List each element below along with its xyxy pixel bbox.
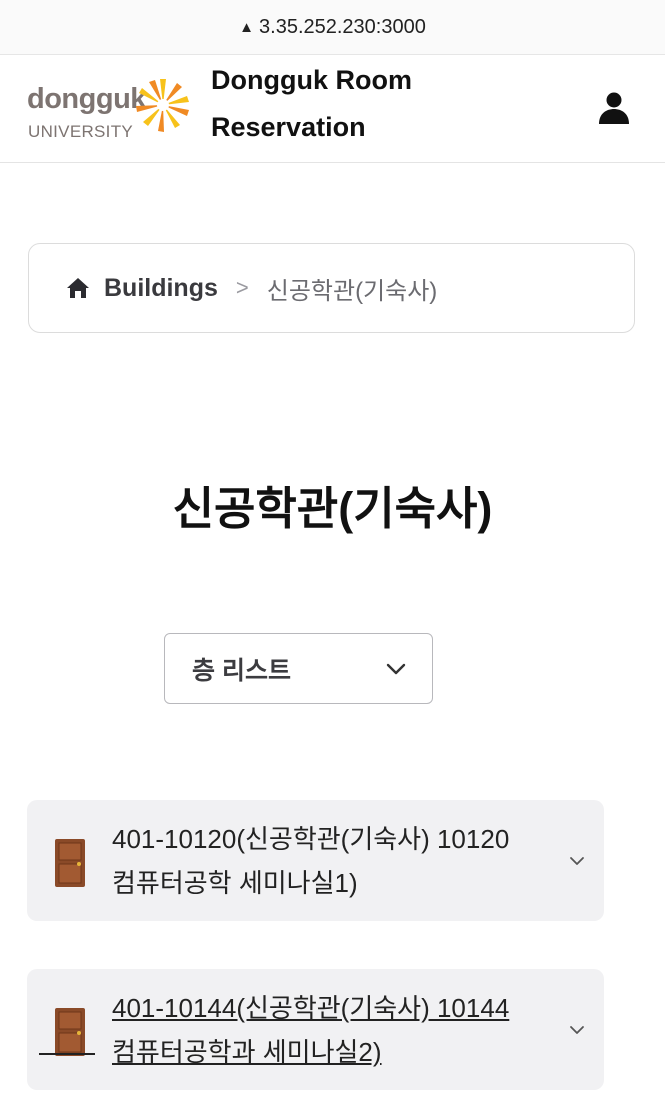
breadcrumb-buildings-link[interactable]: Buildings bbox=[104, 274, 218, 303]
breadcrumb: Buildings > 신공학관(기숙사) bbox=[28, 243, 635, 333]
room-name-line2: 컴퓨터공학 세미나실1) bbox=[112, 868, 358, 898]
page-title: 신공학관(기숙사) bbox=[172, 483, 493, 534]
lotus-emblem-icon bbox=[136, 79, 189, 132]
room-item[interactable]: 401-10144(신공학관(기숙사) 10144 컴퓨터공학과 세미나실2) bbox=[27, 969, 604, 1090]
room-name: 401-10120(신공학관(기숙사) 10120 컴퓨터공학 세미나실1) bbox=[112, 817, 552, 905]
site-title[interactable]: Dongguk Room Reservation bbox=[211, 57, 511, 151]
floor-select-value: 층 리스트 bbox=[192, 656, 291, 685]
chevron-down-icon[interactable] bbox=[568, 1021, 586, 1039]
dongguk-logo[interactable]: dongguk UNIVERSITY bbox=[27, 75, 197, 145]
site-header: dongguk UNIVERSITY Dongguk Room Reservat… bbox=[0, 55, 665, 163]
logo-subtitle: UNIVERSITY bbox=[28, 122, 134, 141]
room-name: 401-10144(신공학관(기숙사) 10144 컴퓨터공학과 세미나실2) bbox=[112, 986, 552, 1074]
site-title-line2: Reservation bbox=[211, 112, 366, 142]
breadcrumb-current: 신공학관(기숙사) bbox=[266, 277, 438, 305]
door-icon bbox=[55, 1008, 85, 1056]
user-icon[interactable] bbox=[596, 91, 632, 127]
site-title-line1: Dongguk Room bbox=[211, 65, 412, 95]
room-name-line1: 401-10120(신공학관(기숙사) 10120 bbox=[112, 824, 510, 854]
room-name-line2: 컴퓨터공학과 세미나실2) bbox=[112, 1037, 382, 1067]
breadcrumb-separator: > bbox=[235, 275, 249, 300]
chevron-down-icon[interactable] bbox=[568, 852, 586, 870]
home-icon[interactable] bbox=[65, 275, 91, 301]
door-icon bbox=[55, 839, 85, 887]
floor-list-select[interactable]: 층 리스트 bbox=[164, 633, 433, 704]
logo-wordmark: dongguk bbox=[27, 83, 146, 115]
room-item[interactable]: 401-10120(신공학관(기숙사) 10120 컴퓨터공학 세미나실1) bbox=[27, 800, 604, 921]
address-bar[interactable]: ▲ 3.35.252.230:3000 bbox=[0, 0, 665, 55]
door-floor-line bbox=[39, 1053, 95, 1055]
chevron-down-icon bbox=[386, 663, 406, 674]
warning-triangle-icon: ▲ bbox=[239, 18, 255, 36]
url-text[interactable]: 3.35.252.230:3000 bbox=[259, 16, 426, 39]
room-name-line1: 401-10144(신공학관(기숙사) 10144 bbox=[112, 993, 510, 1023]
